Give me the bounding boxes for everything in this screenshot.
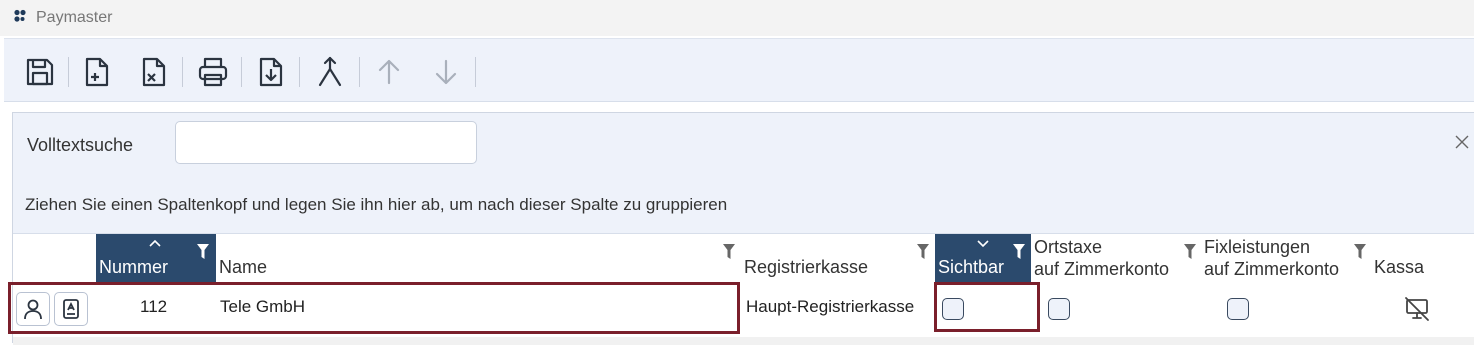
filter-icon[interactable]: [197, 244, 209, 260]
filter-icon[interactable]: [723, 244, 735, 260]
title-bar: Paymaster: [0, 0, 1474, 36]
arrow-down-icon: [435, 59, 457, 85]
download-icon: [259, 57, 283, 87]
column-header-nummer[interactable]: Nummer: [96, 234, 216, 282]
toolbar-separator: [68, 57, 69, 87]
column-label: Name: [219, 257, 268, 277]
column-label: Sichtbar: [938, 257, 1005, 277]
column-label-line: auf Zimmerkonto: [1204, 259, 1340, 279]
monitor-off-icon: [1405, 297, 1429, 321]
cell-name: Tele GmbH: [220, 297, 306, 316]
save-icon: [26, 58, 54, 86]
download-button[interactable]: [254, 53, 288, 91]
column-header-ortstaxe[interactable]: Ortstaxe auf Zimmerkonto: [1031, 234, 1201, 282]
close-icon[interactable]: [1453, 133, 1471, 151]
column-header-kassa[interactable]: Kassa: [1371, 234, 1474, 282]
move-up-button[interactable]: [372, 53, 406, 91]
sichtbar-checkbox[interactable]: [942, 298, 964, 320]
merge-icon: [318, 56, 342, 87]
app-logo-icon: [14, 9, 26, 22]
filter-icon[interactable]: [1354, 244, 1366, 260]
table-row[interactable]: 112 Tele GmbH Haupt-Registrierkasse: [13, 282, 1474, 334]
ortstaxe-checkbox[interactable]: [1048, 298, 1070, 320]
toolbar-separator: [241, 57, 242, 87]
column-label: Kassa: [1374, 257, 1425, 277]
column-label-line: Fixleistungen: [1204, 237, 1311, 257]
new-document-button[interactable]: [80, 53, 114, 91]
search-label: Volltextsuche: [27, 135, 134, 155]
move-down-button[interactable]: [429, 53, 463, 91]
details-button[interactable]: [54, 292, 88, 326]
app-title: Paymaster: [36, 9, 113, 26]
fixleistungen-checkbox[interactable]: [1227, 298, 1249, 320]
filter-icon[interactable]: [1184, 244, 1196, 260]
filter-icon[interactable]: [1013, 244, 1025, 260]
horizontal-scrollbar[interactable]: [13, 337, 1474, 345]
column-label-line: Ortstaxe: [1034, 237, 1103, 257]
column-header-name[interactable]: Name: [216, 234, 741, 282]
user-icon: [24, 299, 42, 320]
toolbar-separator: [359, 57, 360, 87]
toolbar-separator: [182, 57, 183, 87]
column-label-line: auf Zimmerkonto: [1034, 259, 1170, 279]
arrow-up-icon: [378, 59, 400, 85]
toolbar-separator: [475, 57, 476, 87]
column-header-fixleistungen[interactable]: Fixleistungen auf Zimmerkonto: [1201, 234, 1371, 282]
print-button[interactable]: [196, 53, 230, 91]
column-header-registrierkasse[interactable]: Registrierkasse: [741, 234, 935, 282]
sort-descending-icon: [977, 240, 989, 248]
column-label: Fixleistungen auf Zimmerkonto: [1204, 236, 1339, 280]
delete-document-button[interactable]: [137, 53, 171, 91]
column-label: Nummer: [99, 257, 169, 277]
new-document-icon: [85, 57, 109, 87]
toolbar-separator: [299, 57, 300, 87]
column-label: Registrierkasse: [744, 257, 869, 277]
group-panel-hint: Ziehen Sie einen Spaltenkopf und legen S…: [25, 195, 728, 214]
delete-document-icon: [142, 57, 166, 87]
save-button[interactable]: [23, 53, 57, 91]
sort-ascending-icon: [149, 239, 161, 247]
cell-nummer: 112: [140, 297, 168, 316]
data-grid: Nummer Name Registrierkasse Sichtbar Ort…: [13, 233, 1474, 345]
contact-button[interactable]: [16, 292, 50, 326]
cell-registrierkasse: Haupt-Registrierkasse: [746, 297, 915, 316]
grid-panel: Volltextsuche Ziehen Sie einen Spaltenko…: [12, 112, 1474, 345]
printer-icon: [198, 57, 228, 87]
column-label: Ortstaxe auf Zimmerkonto: [1034, 236, 1169, 280]
toolbar: [4, 38, 1474, 102]
column-header-sichtbar[interactable]: Sichtbar: [935, 234, 1031, 282]
id-card-icon: [63, 299, 79, 319]
merge-button[interactable]: [313, 53, 347, 91]
search-input[interactable]: [175, 121, 477, 164]
filter-icon[interactable]: [917, 244, 929, 260]
